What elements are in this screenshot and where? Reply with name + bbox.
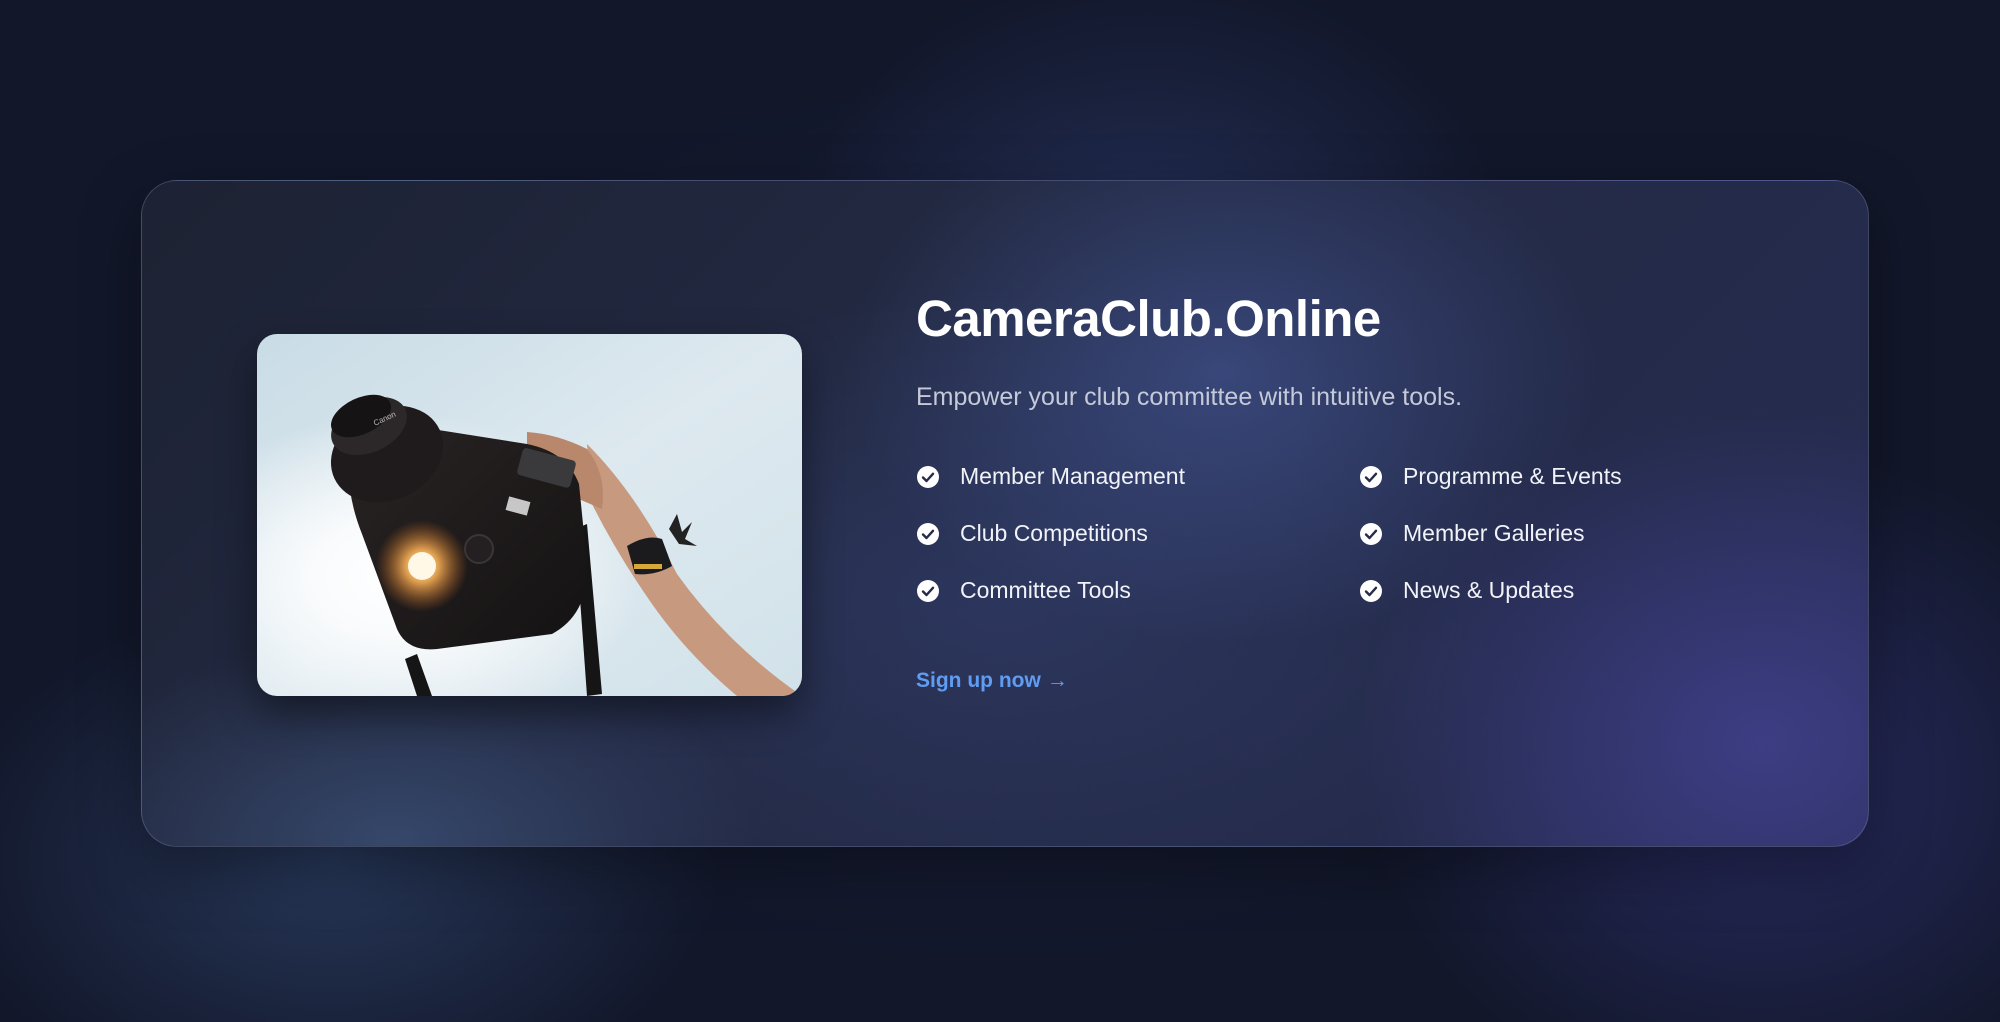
check-circle-icon <box>916 465 940 489</box>
feature-item-member-management: Member Management <box>916 463 1359 489</box>
feature-label: News & Updates <box>1403 577 1575 603</box>
feature-label: Member Management <box>960 463 1185 489</box>
feature-item-club-competitions: Club Competitions <box>916 520 1359 546</box>
check-circle-icon <box>1359 579 1383 603</box>
feature-item-news-updates: News & Updates <box>1359 577 1659 603</box>
feature-label: Member Galleries <box>1403 520 1585 546</box>
arrow-right-icon: → <box>1046 669 1068 692</box>
check-circle-icon <box>1359 465 1383 489</box>
feature-item-programme-events: Programme & Events <box>1359 463 1659 489</box>
feature-label: Club Competitions <box>960 520 1148 546</box>
feature-item-member-galleries: Member Galleries <box>1359 520 1659 546</box>
hero-photo: Canon <box>257 334 802 696</box>
tagline: Empower your club committee with intuiti… <box>916 383 1463 411</box>
feature-list: Member Management Programme & Events Clu… <box>916 463 1816 603</box>
feature-item-committee-tools: Committee Tools <box>916 577 1359 603</box>
check-circle-icon <box>1359 522 1383 546</box>
sign-up-link[interactable]: Sign up now → <box>916 669 1068 693</box>
feature-label: Programme & Events <box>1403 463 1622 489</box>
sign-up-label: Sign up now <box>916 669 1041 692</box>
page-title: CameraClub.Online <box>916 290 1381 347</box>
feature-label: Committee Tools <box>960 577 1131 603</box>
check-circle-icon <box>916 522 940 546</box>
promo-content: CameraClub.Online Empower your club comm… <box>916 293 1816 693</box>
promo-card: Canon CameraClub.Online Empower your clu… <box>141 180 1869 847</box>
check-circle-icon <box>916 579 940 603</box>
